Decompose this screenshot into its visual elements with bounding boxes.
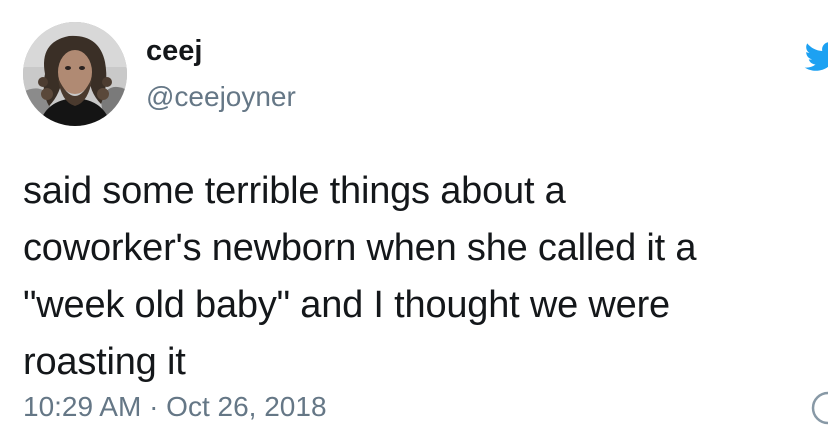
tweet-text-line: said some terrible things about a [23, 170, 566, 212]
avatar[interactable] [23, 22, 127, 126]
display-name[interactable]: ceej [146, 34, 202, 68]
twitter-bird-icon[interactable] [804, 42, 828, 72]
tweet-text: said some terrible things about a cowork… [23, 163, 813, 391]
user-handle[interactable]: @ceejoyner [146, 80, 296, 114]
tweet-text-line: roasting it [23, 341, 186, 383]
tweet-text-line: coworker's newborn when she called it a [23, 227, 697, 269]
tweet-card: ceej @ceejoyner said some terrible thing… [0, 0, 828, 439]
info-icon[interactable] [808, 388, 828, 428]
tweet-timestamp[interactable]: 10:29 AM · Oct 26, 2018 [23, 389, 327, 425]
avatar-image [23, 22, 127, 126]
tweet-text-line: "week old baby" and I thought we were [23, 284, 670, 326]
